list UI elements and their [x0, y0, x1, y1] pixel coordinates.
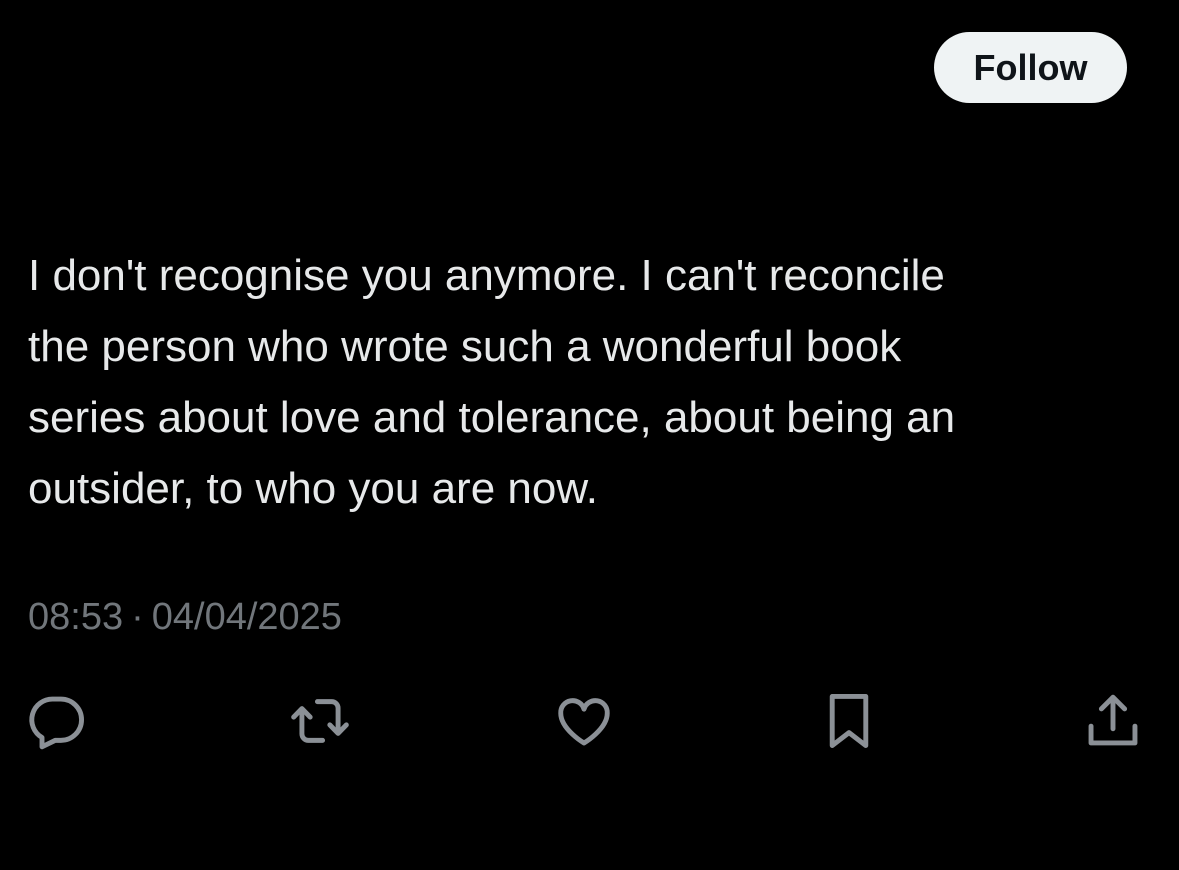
- reply-button[interactable]: [22, 686, 92, 756]
- speech-bubble-icon: [29, 696, 84, 750]
- bookmark-button[interactable]: [814, 686, 884, 756]
- follow-button[interactable]: Follow: [934, 32, 1127, 103]
- tweet-action-bar: [0, 686, 1179, 756]
- tweet-text: I don't recognise you anymore. I can't r…: [28, 251, 956, 513]
- repost-arrows-icon: [291, 699, 349, 743]
- tweet-meta: 08:53 · 04/04/2025: [28, 593, 342, 641]
- heart-icon: [558, 698, 610, 746]
- tweet-time[interactable]: 08:53: [28, 593, 123, 641]
- share-button[interactable]: [1078, 686, 1148, 756]
- share-upload-icon: [1088, 694, 1138, 746]
- bookmark-icon: [829, 694, 869, 748]
- like-button[interactable]: [549, 686, 619, 756]
- repost-button[interactable]: [285, 686, 355, 756]
- tweet-date[interactable]: 04/04/2025: [152, 593, 342, 641]
- meta-separator: ·: [131, 596, 144, 638]
